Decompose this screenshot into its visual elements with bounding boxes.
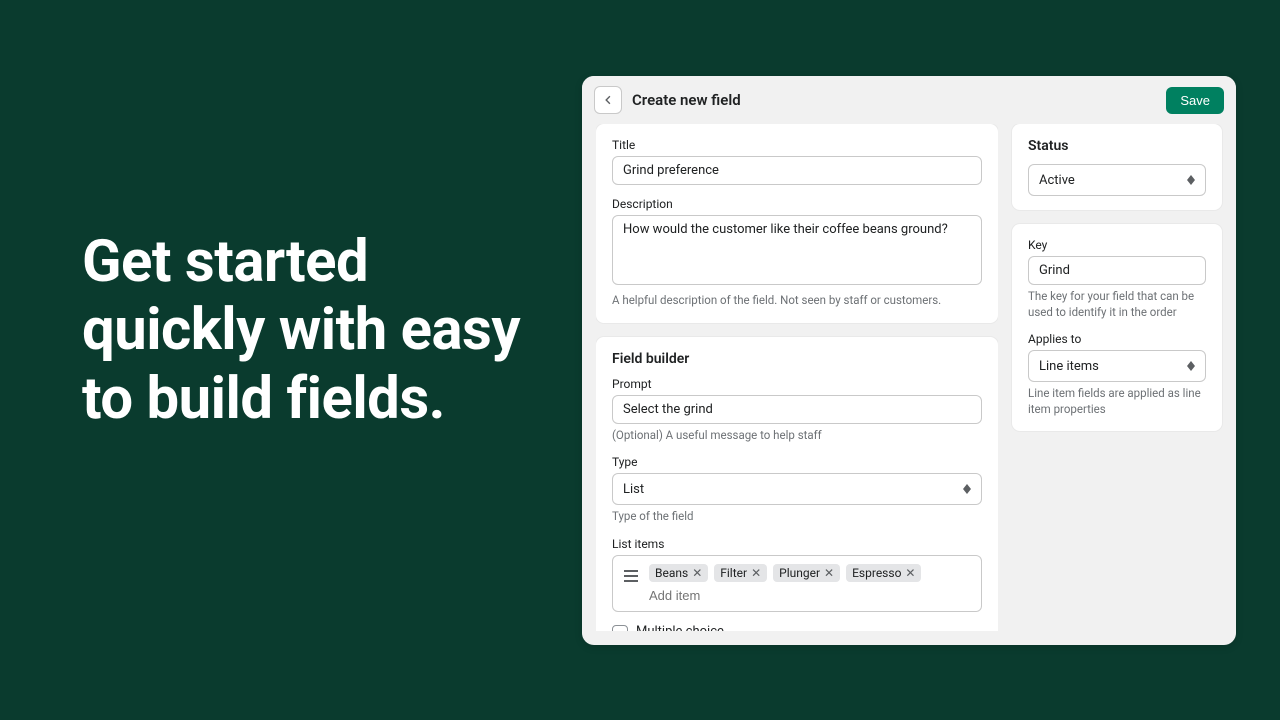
modal-title: Create new field xyxy=(632,91,1166,109)
applies-to-helper: Line item fields are applied as line ite… xyxy=(1028,386,1206,417)
tag-remove-icon[interactable]: ✕ xyxy=(692,567,702,579)
multiple-choice-checkbox[interactable] xyxy=(612,625,628,631)
applies-to-select[interactable]: Line items xyxy=(1028,350,1206,382)
modal-header: Create new field Save xyxy=(582,76,1236,124)
description-helper: A helpful description of the field. Not … xyxy=(612,293,982,309)
key-input[interactable] xyxy=(1028,256,1206,285)
back-button[interactable] xyxy=(594,86,622,114)
type-select[interactable]: List xyxy=(612,473,982,505)
tag-remove-icon[interactable]: ✕ xyxy=(824,567,834,579)
type-label: Type xyxy=(612,455,982,469)
side-column: Status Active Key The key for your field… xyxy=(1012,124,1222,631)
title-label: Title xyxy=(612,138,982,152)
multiple-choice-row: Multiple choice Allow multiple selection… xyxy=(612,624,982,631)
prompt-input[interactable] xyxy=(612,395,982,424)
status-select[interactable]: Active xyxy=(1028,164,1206,196)
type-select-value: List xyxy=(623,482,644,497)
arrow-left-icon xyxy=(601,93,615,107)
modal-body: Title Description How would the customer… xyxy=(582,124,1236,645)
description-label: Description xyxy=(612,197,982,211)
list-icon xyxy=(621,566,641,586)
status-card: Status Active xyxy=(1012,124,1222,210)
save-button[interactable]: Save xyxy=(1166,87,1224,114)
prompt-label: Prompt xyxy=(612,377,982,391)
select-arrows-icon xyxy=(1187,361,1195,371)
create-field-modal: Create new field Save Title Description … xyxy=(582,76,1236,645)
list-items-input[interactable]: Beans✕ Filter✕ Plunger✕ Espresso✕ xyxy=(612,555,982,612)
tag-remove-icon[interactable]: ✕ xyxy=(905,567,915,579)
description-textarea[interactable]: How would the customer like their coffee… xyxy=(612,215,982,285)
title-input[interactable] xyxy=(612,156,982,185)
tag-remove-icon[interactable]: ✕ xyxy=(751,567,761,579)
builder-heading: Field builder xyxy=(612,351,982,367)
select-arrows-icon xyxy=(963,484,971,494)
list-items-label: List items xyxy=(612,537,982,551)
add-item-input[interactable] xyxy=(649,588,973,603)
type-helper: Type of the field xyxy=(612,509,982,525)
hero-headline: Get started quickly with easy to build f… xyxy=(82,228,522,433)
basics-card: Title Description How would the customer… xyxy=(596,124,998,323)
applies-to-value: Line items xyxy=(1039,359,1099,374)
tag-list: Beans✕ Filter✕ Plunger✕ Espresso✕ xyxy=(649,564,973,582)
status-heading: Status xyxy=(1028,138,1206,154)
tag-item: Beans✕ xyxy=(649,564,708,582)
prompt-helper: (Optional) A useful message to help staf… xyxy=(612,428,982,444)
applies-to-label: Applies to xyxy=(1028,332,1206,346)
select-arrows-icon xyxy=(1187,175,1195,185)
config-card: Key The key for your field that can be u… xyxy=(1012,224,1222,431)
tag-item: Filter✕ xyxy=(714,564,767,582)
multiple-choice-label: Multiple choice xyxy=(636,624,769,631)
key-helper: The key for your field that can be used … xyxy=(1028,289,1206,320)
status-select-value: Active xyxy=(1039,173,1075,188)
tag-item: Espresso✕ xyxy=(846,564,921,582)
field-builder-card: Field builder Prompt (Optional) A useful… xyxy=(596,337,998,631)
main-column: Title Description How would the customer… xyxy=(596,124,998,631)
tag-item: Plunger✕ xyxy=(773,564,840,582)
key-label: Key xyxy=(1028,238,1206,252)
